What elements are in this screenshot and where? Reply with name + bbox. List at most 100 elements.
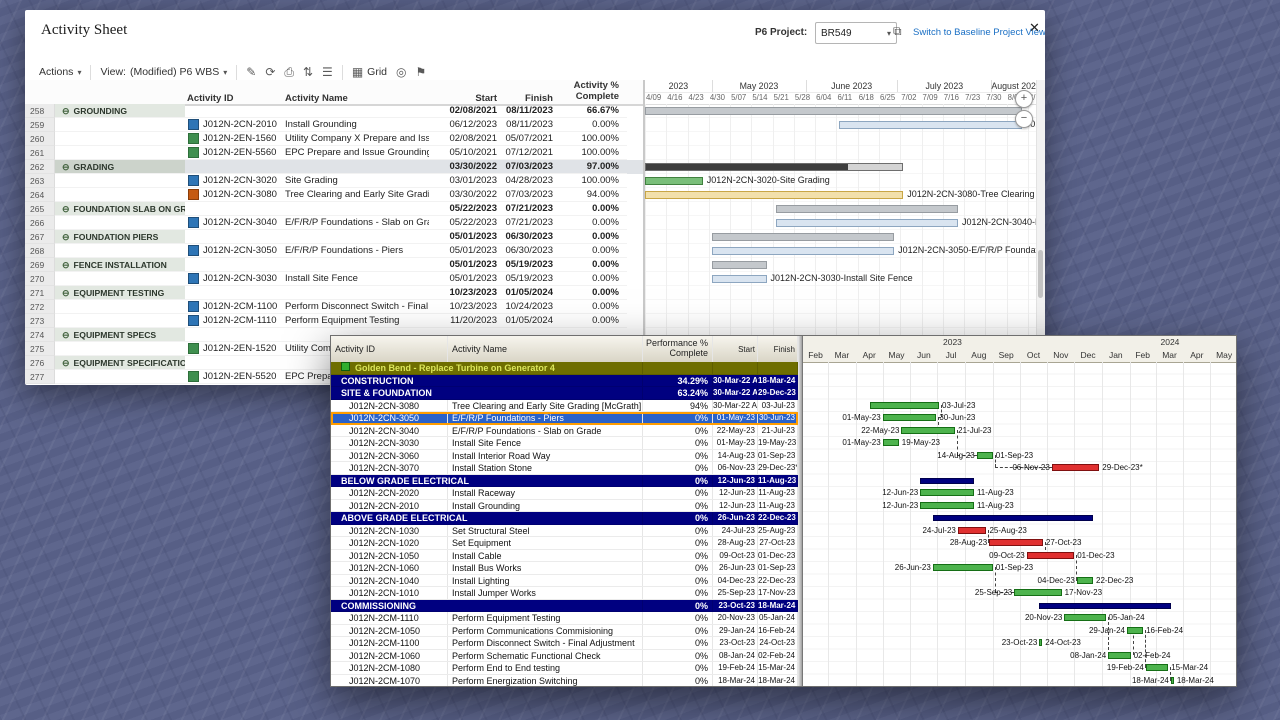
table-row[interactable]: J012N-2CM-1070Perform Energization Switc… (331, 675, 798, 687)
scrollbar-thumb[interactable] (1038, 250, 1043, 298)
target-icon[interactable]: ◎ (396, 65, 406, 79)
gantt-bar[interactable] (645, 107, 1022, 115)
table-row[interactable]: J012N-2CN-1030Set Structural Steel0%24-J… (331, 525, 798, 538)
gantt-bar[interactable] (712, 261, 767, 269)
table-row[interactable]: Golden Bend - Replace Turbine on Generat… (331, 362, 798, 375)
col-activity-name[interactable]: Activity Name (283, 93, 429, 104)
table-row[interactable]: J012N-2CM-1110Perform Equipment Testing0… (331, 612, 798, 625)
table-row[interactable]: 264J012N-2CN-3080Tree Clearing and Early… (25, 188, 643, 202)
collapse-icon[interactable]: ⊖ (62, 106, 70, 116)
gantt-bar[interactable] (712, 275, 767, 283)
gantt-bar[interactable] (776, 205, 958, 213)
table-row[interactable]: J012N-2CN-1020Set Equipment0%28-Aug-2327… (331, 537, 798, 550)
table-row[interactable]: 272J012N-2CM-1100Perform Disconnect Swit… (25, 300, 643, 314)
gantt-bar[interactable] (933, 515, 1093, 521)
gantt-bar[interactable] (1171, 677, 1174, 684)
project-select[interactable]: BR549 ▾ (815, 22, 897, 44)
gantt-bar[interactable] (1039, 639, 1042, 646)
table-row[interactable]: SITE & FOUNDATION63.24%30-Mar-22 A29-Dec… (331, 387, 798, 400)
col-percent-complete[interactable]: Activity % Complete (557, 81, 627, 104)
table-row[interactable]: 258⊖GROUNDING02/08/202108/11/202366.67% (25, 104, 643, 118)
table-row[interactable]: J012N-2CM-1100Perform Disconnect Switch … (331, 637, 798, 650)
refresh-icon[interactable]: ⟳ (265, 65, 275, 79)
col-activity-id[interactable]: Activity ID (331, 336, 448, 362)
table-row[interactable]: 269⊖FENCE INSTALLATION05/01/202305/19/20… (25, 258, 643, 272)
switch-baseline-link[interactable]: Switch to Baseline Project View (913, 27, 1045, 38)
gantt-bar[interactable] (901, 427, 955, 434)
gantt-bar[interactable] (1077, 577, 1093, 584)
table-row[interactable]: J012N-2CN-1010Install Jumper Works0%25-S… (331, 587, 798, 600)
table-row[interactable]: J012N-2CM-1080Perform End to End testing… (331, 662, 798, 675)
gantt-bar[interactable] (645, 191, 903, 199)
table-row[interactable]: 271⊖EQUIPMENT TESTING10/23/202301/05/202… (25, 286, 643, 300)
table-row[interactable]: J012N-2CN-3040E/F/R/P Foundations - Slab… (331, 425, 798, 438)
gantt-bar[interactable] (1027, 552, 1074, 559)
table-row[interactable]: BELOW GRADE ELECTRICAL0%12-Jun-2311-Aug-… (331, 475, 798, 488)
col-start[interactable]: Start (713, 336, 758, 362)
gantt-bar[interactable] (977, 452, 993, 459)
table-row[interactable]: J012N-2CN-3080Tree Clearing and Early Si… (331, 400, 798, 413)
table-row[interactable]: J012N-2CN-2010Install Grounding0%12-Jun-… (331, 500, 798, 513)
view-select[interactable]: View: (Modified) P6 WBS ▾ (100, 66, 227, 78)
collapse-icon[interactable]: ⊖ (62, 162, 70, 172)
col-activity-id[interactable]: Activity ID (185, 93, 283, 104)
gantt-bar[interactable] (1127, 627, 1143, 634)
table-row[interactable]: J012N-2CN-1040Install Lighting0%04-Dec-2… (331, 575, 798, 588)
gantt-bar[interactable] (712, 247, 894, 255)
table-row[interactable]: 270J012N-2CN-3030Install Site Fence05/01… (25, 272, 643, 286)
gantt-bar[interactable] (1146, 664, 1168, 671)
table-row[interactable]: J012N-2CN-2020Install Raceway0%12-Jun-23… (331, 487, 798, 500)
edit-icon[interactable]: ✎ (246, 65, 256, 79)
gantt-bar[interactable] (645, 163, 903, 171)
gantt-bar[interactable] (958, 527, 987, 534)
col-finish[interactable]: Finish (503, 93, 557, 104)
menu-icon[interactable]: ☰ (322, 65, 333, 79)
table-row[interactable]: 262⊖GRADING03/30/202207/03/202397.00% (25, 160, 643, 174)
gantt-bar[interactable] (989, 539, 1043, 546)
table-row[interactable]: J012N-2CM-1050Perform Communications Com… (331, 625, 798, 638)
col-start[interactable]: Start (429, 93, 503, 104)
zoom-out-button[interactable]: − (1015, 110, 1033, 128)
table-row[interactable]: 263J012N-2CN-3020Site Grading03/01/20230… (25, 174, 643, 188)
gantt-bar[interactable] (883, 414, 937, 421)
gantt-bar[interactable] (933, 564, 993, 571)
collapse-icon[interactable]: ⊖ (62, 330, 70, 340)
table-row[interactable]: 261J012N-2EN-5560EPC Prepare and Issue G… (25, 146, 643, 160)
table-row[interactable]: 266J012N-2CN-3040E/F/R/P Foundations - S… (25, 216, 643, 230)
zoom-in-button[interactable]: + (1015, 90, 1033, 108)
collapse-icon[interactable]: ⊖ (62, 260, 70, 270)
gantt-bar[interactable] (1052, 464, 1099, 471)
baseline-compare-icon[interactable]: ⧉ (893, 24, 902, 39)
table-row[interactable]: J012N-2CM-1060Perform Schematic Function… (331, 650, 798, 663)
table-row[interactable]: 265⊖FOUNDATION SLAB ON GRADE05/22/202307… (25, 202, 643, 216)
grid-view-button[interactable]: ▦ Grid (352, 65, 387, 79)
print-icon[interactable]: ⎙ (284, 65, 294, 80)
table-row[interactable]: 268J012N-2CN-3050E/F/R/P Foundations - P… (25, 244, 643, 258)
collapse-icon[interactable]: ⊖ (62, 204, 70, 214)
gantt-bar[interactable] (920, 502, 974, 509)
table-row[interactable]: 259J012N-2CN-2010Install Grounding06/12/… (25, 118, 643, 132)
flag-icon[interactable]: ⚑ (415, 65, 426, 79)
collapse-icon[interactable]: ⊖ (62, 232, 70, 242)
gantt-bar[interactable] (920, 478, 974, 484)
gantt-bar[interactable] (1108, 652, 1130, 659)
collapse-icon[interactable]: ⊖ (62, 288, 70, 298)
col-finish[interactable]: Finish (758, 336, 798, 362)
table-row[interactable]: J012N-2CN-3060Install Interior Road Way0… (331, 450, 798, 463)
table-row[interactable]: COMMISSIONING0%23-Oct-2318-Mar-24 (331, 600, 798, 613)
table-row[interactable]: J012N-2CN-3070Install Station Stone0%06-… (331, 462, 798, 475)
table-row[interactable]: 260J012N-2EN-1560Utility Company X Prepa… (25, 132, 643, 146)
gantt-bar[interactable] (1039, 603, 1171, 609)
collapse-icon[interactable]: ⊖ (62, 358, 70, 368)
table-row[interactable]: J012N-2CN-1050Install Cable0%09-Oct-2301… (331, 550, 798, 563)
table-row[interactable]: J012N-2CN-1060Install Bus Works0%26-Jun-… (331, 562, 798, 575)
col-activity-name[interactable]: Activity Name (448, 336, 643, 362)
col-performance-percent[interactable]: Performance % Complete (643, 336, 713, 362)
sort-icon[interactable]: ⇅ (303, 65, 313, 79)
table-row[interactable]: CONSTRUCTION34.29%30-Mar-22 A18-Mar-24 (331, 375, 798, 388)
gantt-bar[interactable] (1064, 614, 1105, 621)
table-row[interactable]: J012N-2CN-3030Install Site Fence0%01-May… (331, 437, 798, 450)
actions-menu-button[interactable]: Actions ▾ (39, 66, 81, 78)
gantt-bar[interactable] (712, 233, 894, 241)
close-icon[interactable]: ✕ (1029, 20, 1040, 36)
